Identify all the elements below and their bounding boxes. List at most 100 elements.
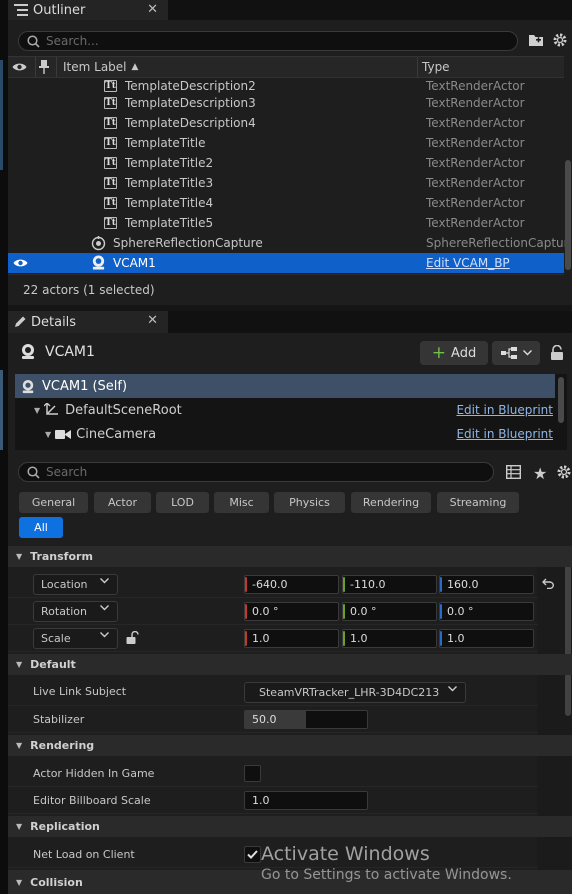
gear-icon[interactable]	[552, 32, 568, 48]
reset-arrow-icon[interactable]	[542, 578, 555, 589]
table-view-icon[interactable]	[506, 465, 521, 479]
filter-all[interactable]: All	[19, 517, 63, 538]
add-component-button[interactable]: + Add	[420, 341, 488, 365]
section-replication[interactable]: ▼ Replication	[8, 816, 572, 837]
scale-x-field[interactable]: 1.0	[244, 629, 339, 648]
outliner-tab[interactable]: Outliner ✕	[8, 0, 168, 20]
location-x-value: -640.0	[252, 578, 288, 591]
outliner-row[interactable]: Tt TemplateTitle5 TextRenderActor	[8, 213, 564, 233]
pencil-icon	[14, 316, 26, 328]
left-viewport-strip	[0, 0, 8, 894]
text-render-icon: Tt	[104, 117, 117, 129]
edit-in-blueprint-link[interactable]: Edit in Blueprint	[456, 403, 553, 417]
outliner-tab-title: Outliner	[33, 2, 86, 18]
new-folder-icon[interactable]	[528, 33, 544, 47]
location-mode-dropdown[interactable]: Location	[33, 574, 118, 595]
details-scrollbar[interactable]	[565, 546, 571, 716]
outliner-item-label: SphereReflectionCapture	[113, 236, 263, 250]
activate-windows-watermark: Activate Windows	[261, 843, 430, 865]
outliner-item-type: TextRenderActor	[426, 79, 525, 93]
location-z-field[interactable]: 160.0	[439, 575, 534, 594]
camera-actor-icon	[21, 379, 35, 394]
location-label: Location	[41, 578, 88, 591]
outliner-row[interactable]: Tt TemplateTitle2 TextRenderActor	[8, 153, 564, 173]
filter-actor[interactable]: Actor	[94, 492, 151, 513]
lock-icon[interactable]	[550, 345, 564, 361]
outliner-row[interactable]: Tt TemplateDescription3 TextRenderActor	[8, 93, 564, 113]
close-icon[interactable]: ✕	[147, 313, 158, 328]
location-y-field[interactable]: -110.0	[342, 575, 437, 594]
filter-streaming[interactable]: Streaming	[437, 492, 519, 513]
scale-mode-dropdown[interactable]: Scale	[33, 628, 118, 649]
outliner-row-selected[interactable]: VCAM1 Edit VCAM_BP	[8, 253, 564, 273]
billboard-scale-field[interactable]: 1.0	[244, 791, 368, 810]
net-load-checkbox[interactable]	[244, 846, 261, 863]
rotation-y-field[interactable]: 0.0 °	[342, 602, 437, 621]
viewport-edge	[0, 60, 3, 170]
outliner-row[interactable]: Tt TemplateTitle3 TextRenderActor	[8, 173, 564, 193]
item-label-column[interactable]: Item Label ▲	[63, 57, 138, 77]
rotation-mode-dropdown[interactable]: Rotation	[33, 601, 118, 622]
filter-lod[interactable]: LOD	[156, 492, 209, 513]
pin-icon[interactable]	[39, 57, 49, 77]
expand-arrow-icon[interactable]: ▼	[34, 406, 40, 415]
gear-icon[interactable]	[556, 464, 572, 480]
edit-in-blueprint-link[interactable]: Edit in Blueprint	[456, 427, 553, 441]
outliner-item-label: VCAM1	[113, 256, 156, 270]
filter-general[interactable]: General	[19, 492, 88, 513]
outliner-row[interactable]: Tt TemplateTitle TextRenderActor	[8, 133, 564, 153]
unlock-icon[interactable]	[126, 631, 139, 645]
text-render-icon: Tt	[104, 97, 117, 109]
section-default[interactable]: ▼ Default	[8, 654, 572, 675]
component-self-row[interactable]: VCAM1 (Self)	[15, 374, 555, 398]
outliner-row[interactable]: Tt TemplateDescription4 TextRenderActor	[8, 113, 564, 133]
star-icon[interactable]: ★	[533, 464, 547, 483]
blueprint-options-button[interactable]	[492, 341, 540, 365]
reflection-capture-icon	[91, 236, 106, 251]
close-icon[interactable]: ✕	[147, 2, 158, 17]
scale-y-field[interactable]: 1.0	[342, 629, 437, 648]
details-tab[interactable]: Details ✕	[8, 311, 168, 333]
live-link-label: Live Link Subject	[33, 685, 127, 698]
outliner-item-type: TextRenderActor	[426, 156, 525, 170]
details-search[interactable]	[18, 462, 494, 482]
outliner-item-label: TemplateTitle3	[125, 176, 214, 190]
outliner-row[interactable]: Tt TemplateTitle4 TextRenderActor	[8, 193, 564, 213]
rotation-z-field[interactable]: 0.0 °	[439, 602, 534, 621]
actor-hidden-row: Actor Hidden In Game	[8, 760, 538, 787]
collapse-arrow-icon: ▼	[16, 552, 23, 561]
chevron-down-icon	[100, 578, 109, 584]
edit-blueprint-link[interactable]: Edit VCAM_BP	[426, 256, 510, 270]
visibility-eye-icon[interactable]	[13, 258, 28, 268]
outliner-search[interactable]	[18, 31, 518, 51]
viewport-edge	[0, 370, 3, 450]
stabilizer-slider[interactable]: 50.0	[244, 710, 368, 729]
component-tree-scrollbar[interactable]	[558, 377, 564, 423]
outliner-scrollbar[interactable]	[565, 160, 571, 270]
text-render-icon: Tt	[104, 137, 117, 149]
visibility-eye-icon[interactable]	[12, 57, 27, 77]
actor-hidden-checkbox[interactable]	[244, 765, 261, 782]
expand-arrow-icon[interactable]: ▼	[45, 430, 51, 439]
outliner-row[interactable]: SphereReflectionCapture SphereReflectionC…	[8, 233, 569, 253]
location-x-field[interactable]: -640.0	[244, 575, 339, 594]
section-rendering[interactable]: ▼ Rendering	[8, 735, 572, 756]
live-link-subject-dropdown[interactable]: SteamVRTracker_LHR-3D4DC213	[244, 682, 466, 703]
section-transform[interactable]: ▼ Transform	[8, 546, 572, 567]
rotation-x-value: 0.0 °	[252, 605, 279, 618]
component-row-default-scene-root[interactable]: ▼ DefaultSceneRoot Edit in Blueprint	[15, 398, 555, 422]
outliner-row[interactable]: Tt TemplateDescription2 TextRenderActor	[8, 79, 564, 93]
scale-z-field[interactable]: 1.0	[439, 629, 534, 648]
rotation-x-field[interactable]: 0.0 °	[244, 602, 339, 621]
component-name: VCAM1 (Self)	[42, 378, 128, 394]
filter-misc[interactable]: Misc	[214, 492, 269, 513]
outliner-item-type: TextRenderActor	[426, 196, 525, 210]
cine-camera-icon	[55, 429, 72, 440]
filter-rendering[interactable]: Rendering	[351, 492, 431, 513]
filter-physics[interactable]: Physics	[274, 492, 345, 513]
plus-icon: +	[431, 342, 447, 363]
component-row-cine-camera[interactable]: ▼ CineCamera Edit in Blueprint	[15, 422, 555, 446]
outliner-search-input[interactable]	[46, 34, 463, 48]
details-search-input[interactable]	[46, 465, 443, 479]
type-column-header[interactable]: Type	[422, 57, 450, 77]
